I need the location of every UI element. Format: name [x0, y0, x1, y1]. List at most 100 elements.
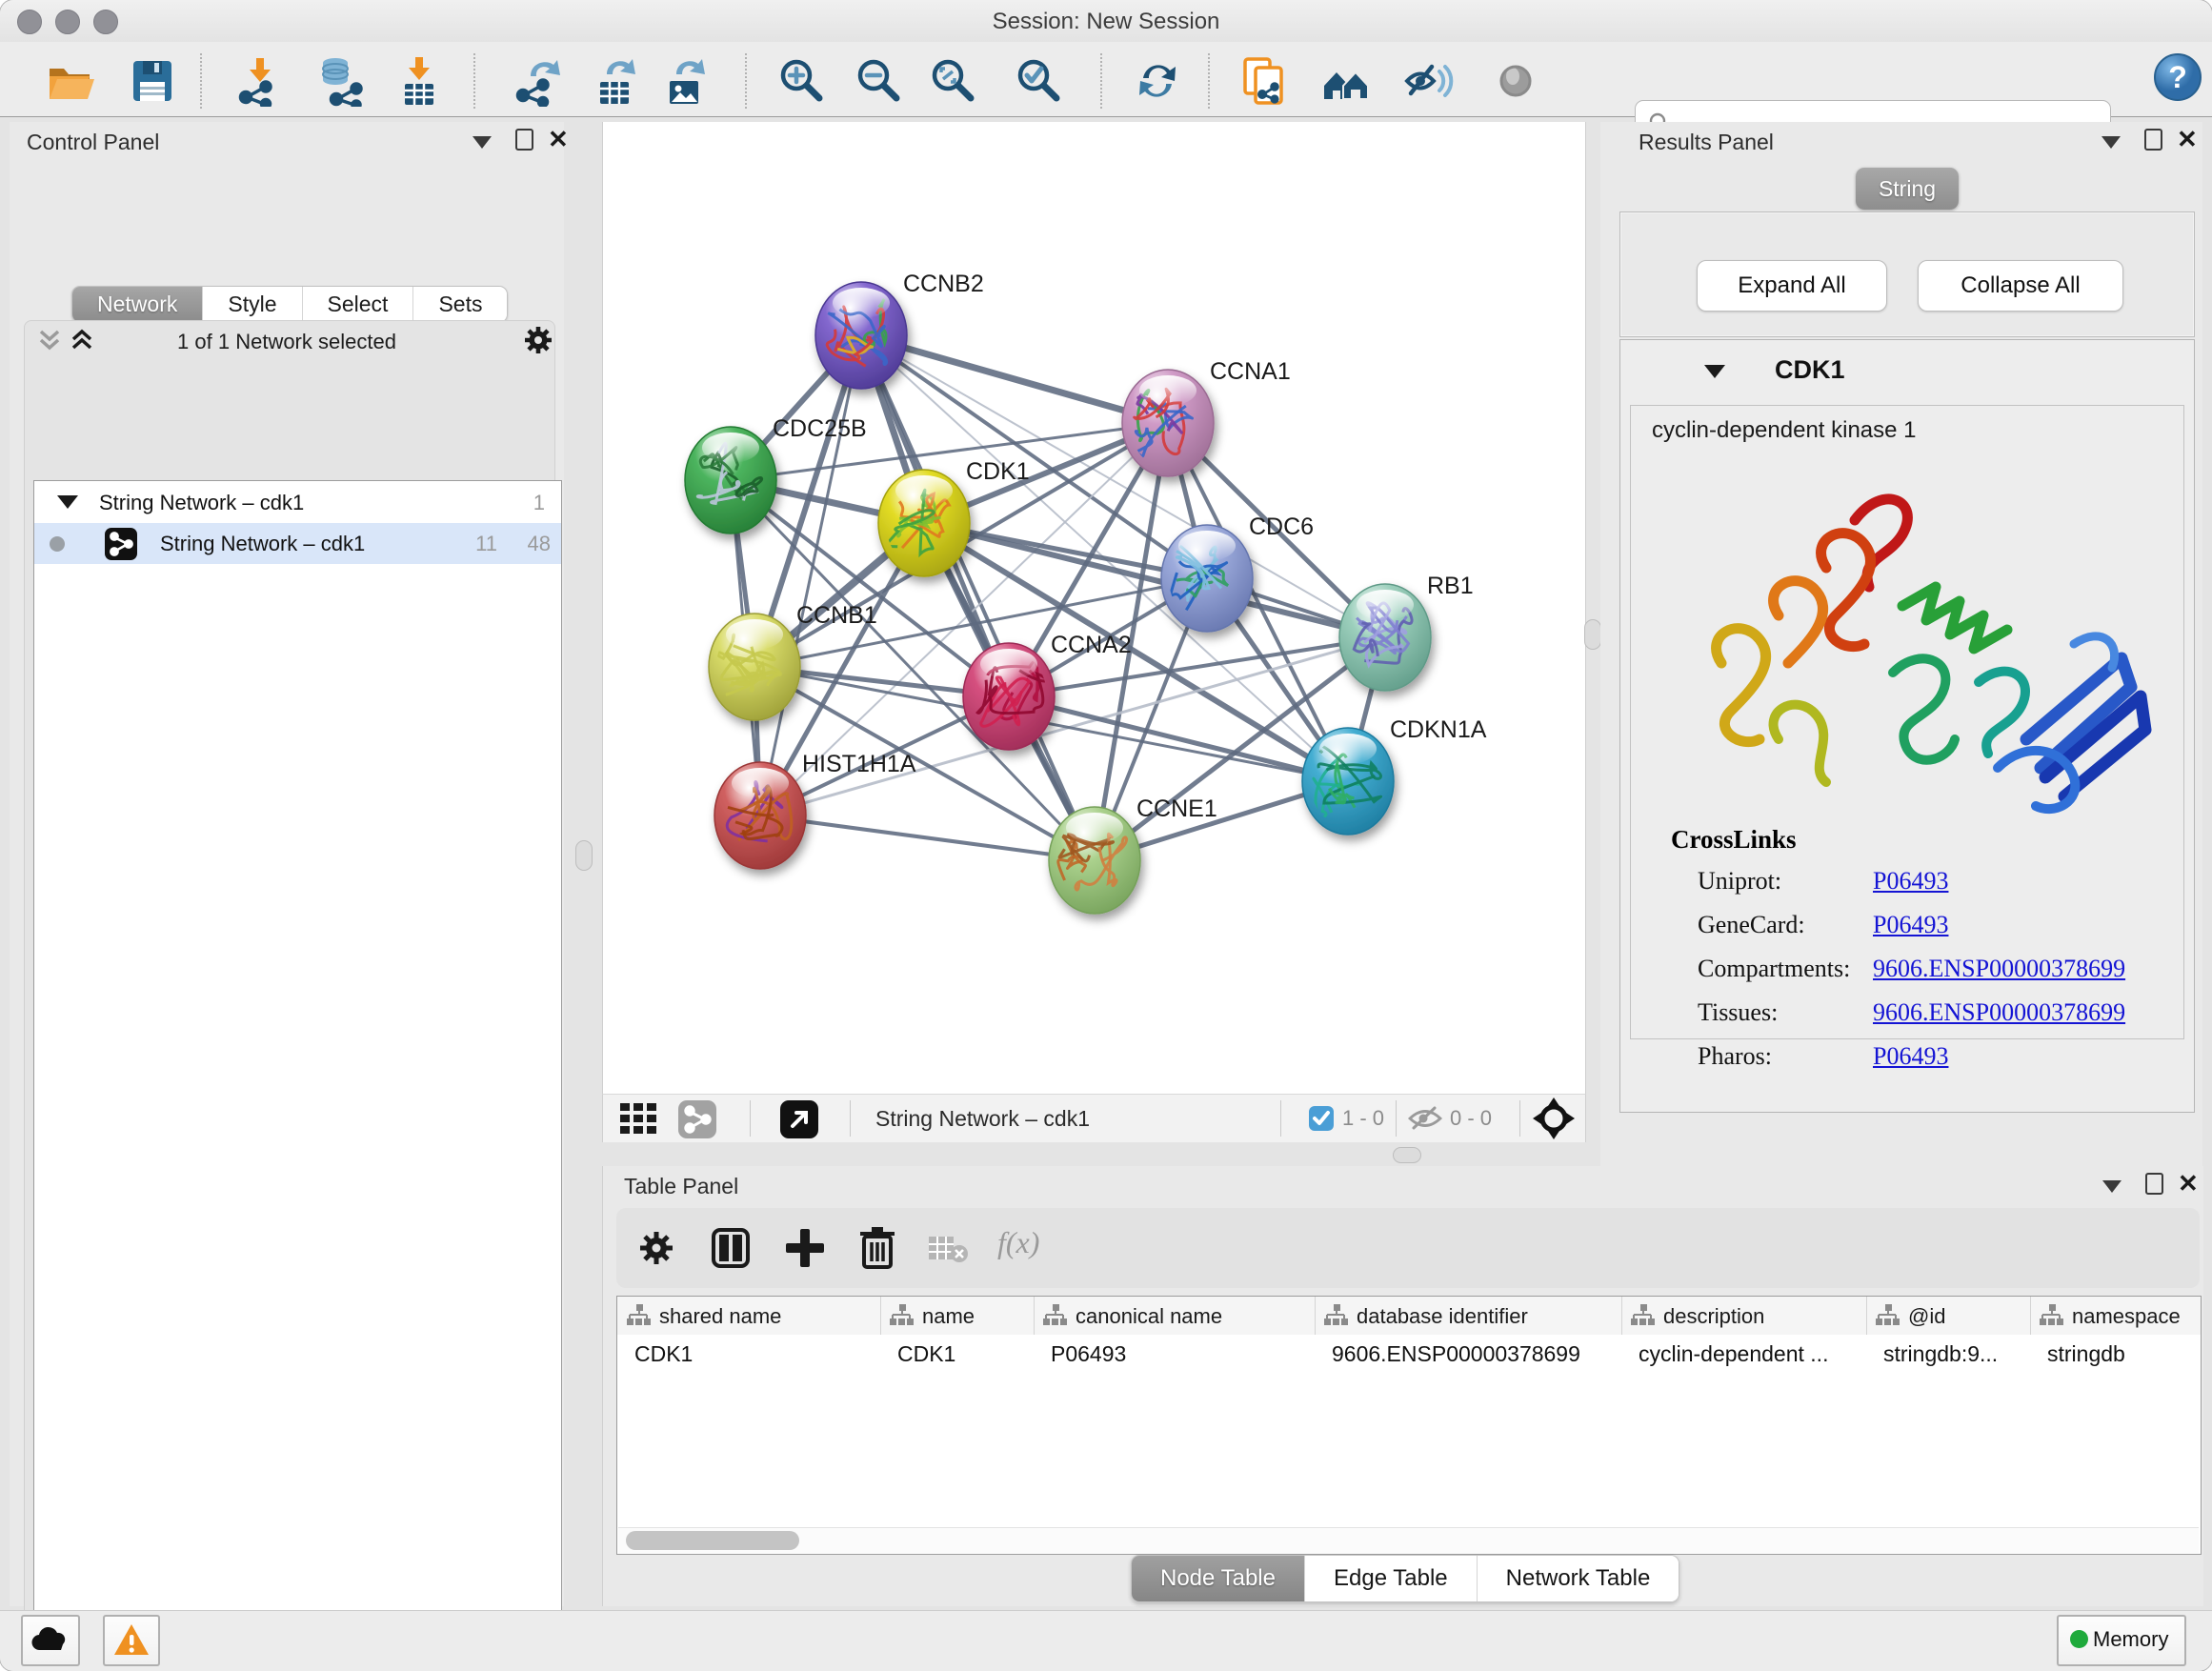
network-options-gear-icon[interactable]: [522, 324, 554, 356]
selected-nodes-checkbox[interactable]: [1308, 1105, 1335, 1132]
table-cell[interactable]: CDK1: [880, 1335, 1034, 1373]
import-table-from-file-button[interactable]: [393, 55, 445, 107]
expand-all-button[interactable]: Expand All: [1697, 260, 1887, 312]
first-neighbors-button[interactable]: [1320, 55, 1372, 107]
memory-button[interactable]: Memory: [2057, 1615, 2186, 1666]
memory-status-dot-icon: [2070, 1630, 2088, 1648]
crosslink-link[interactable]: P06493: [1873, 1042, 1948, 1071]
column-header-databaseidentifier[interactable]: database identifier: [1315, 1297, 1622, 1335]
column-header-canonicalname[interactable]: canonical name: [1034, 1297, 1316, 1335]
network-edge[interactable]: [760, 335, 861, 815]
node-label: CDKN1A: [1390, 716, 1487, 743]
string-badge-gray-icon[interactable]: [677, 1099, 717, 1139]
table-horizontal-scrollbar[interactable]: [618, 1527, 2199, 1553]
refresh-view-button[interactable]: [1132, 55, 1183, 107]
network-edge[interactable]: [861, 335, 1095, 860]
export-image-button[interactable]: [659, 55, 711, 107]
panel-close-icon[interactable]: ✕: [2177, 130, 2198, 149]
tab-edge-table[interactable]: Edge Table: [1304, 1556, 1477, 1601]
panel-menu-icon[interactable]: [473, 136, 492, 149]
nav-separator: [850, 1100, 851, 1137]
hide-selected-button[interactable]: [1403, 55, 1455, 107]
panel-float-icon[interactable]: [515, 129, 533, 151]
zoom-fit-button[interactable]: [927, 55, 978, 107]
import-network-from-file-button[interactable]: [233, 55, 285, 107]
export-network-button[interactable]: [512, 55, 563, 107]
show-all-button-disabled[interactable]: [1490, 55, 1541, 107]
panel-float-icon[interactable]: [2144, 129, 2162, 151]
svg-text:?: ?: [2168, 60, 2187, 94]
panel-float-icon[interactable]: [2145, 1173, 2163, 1195]
network-edge[interactable]: [760, 815, 1095, 860]
collection-expand-icon[interactable]: [57, 495, 78, 509]
zoom-out-button[interactable]: [853, 55, 904, 107]
save-session-button[interactable]: [127, 55, 178, 107]
center-view-crosshair-icon[interactable]: [1533, 1097, 1575, 1139]
zoom-in-button[interactable]: [775, 55, 827, 107]
export-table-button[interactable]: [590, 55, 641, 107]
open-session-button[interactable]: [45, 55, 96, 107]
table-cell[interactable]: CDK1: [617, 1335, 880, 1373]
table-settings-gear-icon[interactable]: [637, 1229, 675, 1267]
column-header-id[interactable]: @id: [1866, 1297, 2031, 1335]
tab-style[interactable]: Style: [202, 287, 301, 322]
network-edge[interactable]: [861, 335, 1168, 423]
network-node-CCNB1[interactable]: CCNB1: [709, 602, 877, 720]
current-network-title: String Network – cdk1: [875, 1106, 1090, 1132]
entry-collapse-icon[interactable]: [1704, 365, 1725, 378]
column-header-description[interactable]: description: [1621, 1297, 1867, 1335]
crosslink-row: Pharos:P06493: [1698, 1042, 2174, 1086]
bottom-splitter-handle[interactable]: [1393, 1147, 1421, 1163]
tab-select[interactable]: Select: [302, 287, 413, 322]
show-columns-icon[interactable]: [710, 1227, 752, 1269]
warnings-button[interactable]: [103, 1615, 160, 1666]
collapse-all-button[interactable]: Collapse All: [1918, 260, 2123, 312]
panel-close-icon[interactable]: ✕: [2178, 1174, 2199, 1193]
help-button[interactable]: ?: [2152, 51, 2203, 103]
network-row-selected[interactable]: String Network – cdk1 11 48: [34, 523, 561, 564]
crosslink-link[interactable]: 9606.ENSP00000378699: [1873, 955, 2125, 983]
network-selection-status: 1 of 1 Network selected: [10, 330, 564, 354]
scrollbar-thumb[interactable]: [626, 1531, 799, 1550]
table-row[interactable]: CDK1CDK1P064939606.ENSP00000378699cyclin…: [617, 1335, 2202, 1373]
zoom-selected-button[interactable]: [1013, 55, 1064, 107]
panel-close-icon[interactable]: ✕: [548, 130, 569, 149]
table-cell[interactable]: P06493: [1034, 1335, 1315, 1373]
crosslink-link[interactable]: P06493: [1873, 867, 1948, 896]
clone-network-button[interactable]: [1237, 55, 1289, 107]
network-canvas[interactable]: CCNB2CCNA1CDC25BCDK1CDC6RB1CCNB1CCNA2CDK…: [602, 122, 1586, 1094]
network-node-HIST1H1A[interactable]: HIST1H1A: [714, 751, 916, 869]
cloud-status-button[interactable]: [21, 1615, 80, 1666]
column-header-namespace[interactable]: namespace: [2030, 1297, 2202, 1335]
network-node-CDKN1A[interactable]: CDKN1A: [1302, 716, 1487, 835]
delete-column-trash-icon[interactable]: [856, 1225, 898, 1269]
network-node-CCNA2[interactable]: CCNA2: [963, 632, 1132, 750]
tab-string[interactable]: String: [1856, 168, 1959, 210]
network-collection-row[interactable]: String Network – cdk1 1: [34, 482, 561, 523]
tab-network[interactable]: Network: [72, 287, 202, 322]
node-label: CCNB2: [903, 271, 984, 297]
panel-menu-icon[interactable]: [2102, 1180, 2122, 1193]
table-cell[interactable]: cyclin-dependent ...: [1621, 1335, 1866, 1373]
add-column-icon[interactable]: [784, 1227, 826, 1269]
column-header-sharedname[interactable]: shared name: [617, 1297, 881, 1335]
network-node-RB1[interactable]: RB1: [1339, 573, 1474, 691]
crosslink-link[interactable]: P06493: [1873, 911, 1948, 939]
birdseye-view-icon[interactable]: [620, 1103, 660, 1136]
table-cell[interactable]: 9606.ENSP00000378699: [1315, 1335, 1621, 1373]
nav-separator: [1396, 1100, 1397, 1137]
network-node-CCNE1[interactable]: CCNE1: [1049, 795, 1217, 914]
panel-menu-icon[interactable]: [2101, 136, 2121, 149]
column-header-name[interactable]: name: [880, 1297, 1035, 1335]
left-splitter-handle[interactable]: [575, 840, 593, 871]
table-cell[interactable]: stringdb:9...: [1866, 1335, 2030, 1373]
tab-network-table[interactable]: Network Table: [1477, 1556, 1679, 1601]
delete-table-icon-disabled: [927, 1235, 971, 1265]
right-splitter-handle[interactable]: [1584, 619, 1601, 650]
import-network-from-database-button[interactable]: [316, 55, 368, 107]
tab-sets[interactable]: Sets: [412, 287, 507, 322]
open-in-browser-icon[interactable]: [779, 1099, 819, 1139]
table-cell[interactable]: stringdb: [2030, 1335, 2202, 1373]
crosslink-link[interactable]: 9606.ENSP00000378699: [1873, 998, 2125, 1027]
tab-node-table[interactable]: Node Table: [1132, 1556, 1304, 1601]
